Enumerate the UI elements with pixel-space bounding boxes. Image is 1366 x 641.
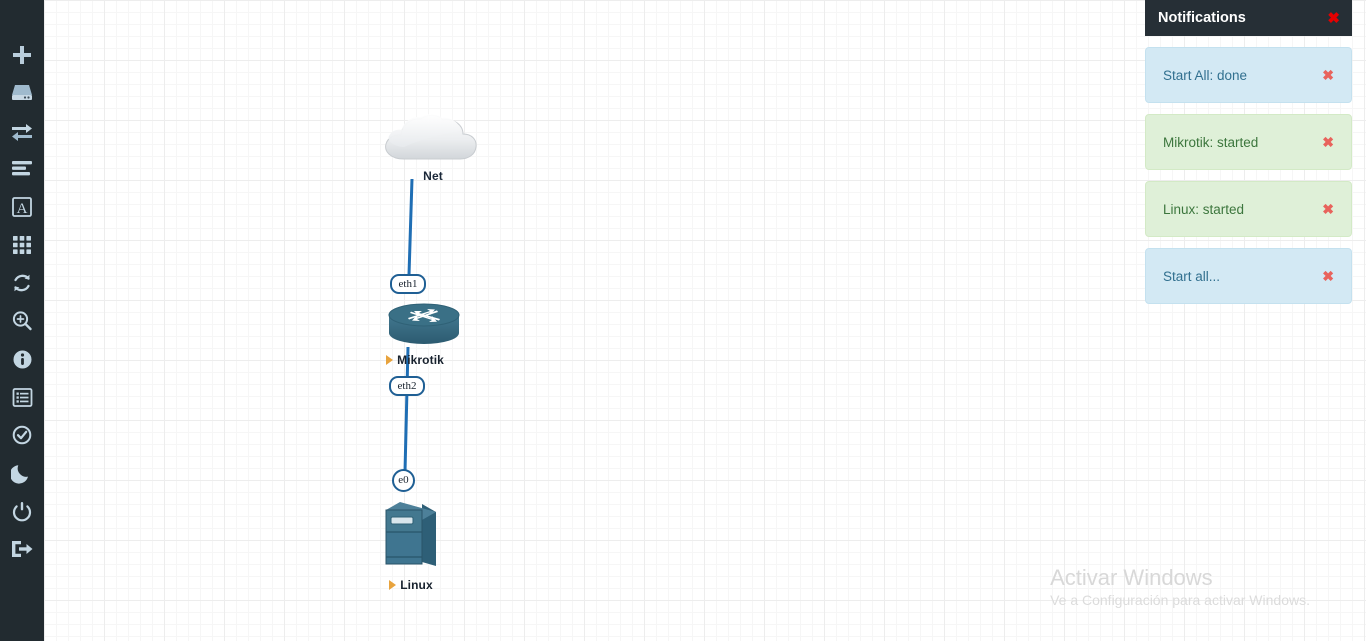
notification-item[interactable]: Linux: started ✖ [1145,181,1352,237]
interface-text-e0: e0 [398,474,409,486]
info-icon [13,350,31,368]
dismiss-notification-button[interactable]: ✖ [1322,135,1334,149]
topology-app: Net eth1 Mikrotik eth2 e0 Linux Activar … [0,0,1366,641]
lines-icon [12,161,32,176]
notification-text: Mikrotik: started [1163,134,1259,150]
power-button[interactable] [0,492,44,530]
add-text-button[interactable]: A [0,188,44,226]
running-indicator-icon [386,355,394,365]
notification-item[interactable]: Start All: done ✖ [1145,47,1352,103]
dark-mode-button[interactable] [0,454,44,492]
add-device-button[interactable] [0,74,44,112]
cloud-icon [385,114,477,160]
moon-icon [11,465,28,484]
left-toolbar: A [0,0,44,641]
interface-text-eth2: eth2 [397,379,417,392]
dismiss-notification-button[interactable]: ✖ [1322,68,1334,82]
notifications-panel: Notifications ✖ Start All: done ✖ Mikrot… [1145,0,1352,304]
console-button[interactable] [0,378,44,416]
notifications-header: Notifications ✖ [1145,0,1352,36]
notification-text: Start All: done [1163,67,1248,83]
text-icon: A [12,197,32,217]
notification-item[interactable]: Start all... ✖ [1145,248,1352,304]
info-button[interactable] [0,340,44,378]
link-net-mikrotik [407,178,414,276]
node-label-linux-text: Linux [400,578,433,592]
interface-label-e0[interactable]: e0 [392,469,415,492]
add-shape-button[interactable] [0,150,44,188]
add-link-button[interactable] [0,112,44,150]
interface-label-eth2[interactable]: eth2 [389,376,425,396]
node-label-net: Net [423,169,443,183]
node-net[interactable]: Net [378,113,488,183]
power-icon [12,502,32,522]
host-icon [385,502,436,566]
watermark-subtitle: Ve a Configuración para activar Windows. [1050,592,1310,609]
add-node-button[interactable] [0,36,44,74]
svg-text:A: A [17,201,28,217]
router-icon [388,303,460,344]
refresh-button[interactable] [0,264,44,302]
dismiss-notification-button[interactable]: ✖ [1322,269,1334,283]
logout-icon [12,541,33,557]
running-indicator-icon [389,580,397,590]
interface-text-eth1: eth1 [398,277,418,290]
check-circle-icon [12,425,32,445]
grid-toggle-button[interactable] [0,226,44,264]
windows-activation-watermark: Activar Windows Ve a Configuración para … [1050,564,1310,611]
node-label-mikrotik: Mikrotik [366,353,464,367]
logout-button[interactable] [0,530,44,568]
notification-text: Linux: started [1163,201,1245,217]
status-button[interactable] [0,416,44,454]
close-notifications-panel-button[interactable]: ✖ [1327,11,1340,26]
notification-text: Start all... [1163,268,1221,284]
watermark-title: Activar Windows [1050,564,1213,590]
node-label-mikrotik-text: Mikrotik [397,353,444,367]
server-icon [12,85,32,100]
notifications-title: Notifications [1158,10,1246,26]
dismiss-notification-button[interactable]: ✖ [1322,202,1334,216]
zoom-in-icon [12,311,32,331]
notification-item[interactable]: Mikrotik: started ✖ [1145,114,1352,170]
refresh-icon [14,274,30,292]
node-mikrotik[interactable]: Mikrotik [366,303,464,367]
interface-label-eth1[interactable]: eth1 [390,274,426,294]
grid-icon [13,236,31,254]
plus-icon [13,46,31,64]
list-icon [12,387,32,407]
node-linux[interactable]: Linux [362,500,460,592]
exchange-icon [12,124,32,141]
node-label-linux: Linux [362,578,460,592]
zoom-button[interactable] [0,302,44,340]
